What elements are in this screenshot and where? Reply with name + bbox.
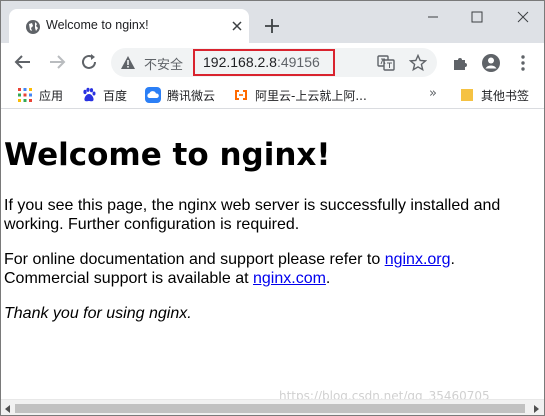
scroll-left-arrow-icon[interactable]: [3, 404, 13, 414]
new-tab-icon[interactable]: [263, 17, 281, 35]
paragraph-thanks: Thank you for using nginx.: [4, 305, 192, 322]
close-icon[interactable]: [229, 18, 245, 34]
baidu-paw-icon: [83, 87, 96, 102]
paragraph-installed: If you see this page, the nginx web serv…: [4, 197, 501, 233]
tab-title: Welcome to nginx!: [46, 18, 149, 32]
url-port: :49156: [276, 54, 320, 70]
bookmark-baidu[interactable]: 百度: [81, 86, 137, 104]
security-label[interactable]: 不安全: [144, 54, 183, 73]
url-text[interactable]: 192.168.2.8:49156: [203, 54, 320, 70]
globe-icon: [26, 20, 40, 34]
warning-icon[interactable]: [120, 55, 136, 71]
bookmark-aliyun[interactable]: 阿里云-上云就上阿...: [233, 86, 383, 104]
bookmarks-bar: 应用 百度 腾讯微云 阿里云-上云就上阿... » 其他书签: [1, 81, 544, 109]
bookmark-weiyun[interactable]: 腾讯微云: [145, 86, 225, 104]
star-icon[interactable]: [409, 54, 427, 72]
bookmark-apps[interactable]: 应用: [17, 86, 73, 104]
reload-icon[interactable]: [79, 52, 99, 72]
minimize-icon[interactable]: [421, 9, 445, 25]
extensions-puzzle-icon[interactable]: [451, 53, 471, 73]
bookmark-label: 阿里云-上云就上阿...: [255, 89, 367, 103]
back-arrow-icon[interactable]: [13, 52, 33, 72]
address-bar[interactable]: 不安全 192.168.2.8:49156: [111, 48, 437, 77]
nginx-com-link[interactable]: nginx.com: [253, 270, 326, 287]
scrollbar-thumb[interactable]: [15, 404, 525, 413]
menu-kebab-icon[interactable]: [513, 53, 533, 73]
horizontal-scrollbar[interactable]: [1, 399, 544, 415]
bookmarks-overflow-chevron[interactable]: »: [429, 86, 437, 104]
profile-avatar-icon[interactable]: [481, 53, 501, 73]
bookmark-label: 应用: [39, 89, 64, 103]
window-close-icon[interactable]: [511, 9, 535, 25]
tab-strip: Welcome to nginx!: [1, 1, 544, 43]
paragraph-documentation: For online documentation and support ple…: [4, 250, 534, 288]
bookmark-label: 腾讯微云: [167, 89, 216, 103]
other-bookmarks-folder[interactable]: 其他书签: [459, 86, 543, 104]
doc-text-prefix: For online documentation and support ple…: [4, 251, 385, 268]
scroll-right-arrow-icon[interactable]: [531, 404, 541, 414]
nginx-org-link[interactable]: nginx.org: [385, 251, 451, 268]
apps-grid-icon: [18, 88, 32, 102]
bookmark-label: 其他书签: [481, 89, 530, 103]
aliyun-logo-icon: [235, 90, 247, 100]
tab-welcome-nginx[interactable]: Welcome to nginx!: [9, 9, 249, 43]
url-host: 192.168.2.8: [203, 54, 277, 70]
page-heading: Welcome to nginx!: [4, 137, 331, 173]
browser-window: Welcome to nginx! 不安全 192.168.2.8:49156 …: [0, 0, 545, 416]
folder-icon: [461, 89, 473, 101]
maximize-icon[interactable]: [465, 9, 489, 25]
bookmark-label: 百度: [103, 89, 128, 103]
forward-arrow-icon[interactable]: [47, 52, 67, 72]
translate-icon[interactable]: [377, 54, 395, 72]
cloud-icon: [145, 87, 161, 103]
toolbar: 不安全 192.168.2.8:49156: [1, 43, 544, 81]
doc-text-suffix: .: [325, 270, 331, 287]
page-content: Welcome to nginx! If you see this page, …: [1, 109, 544, 399]
